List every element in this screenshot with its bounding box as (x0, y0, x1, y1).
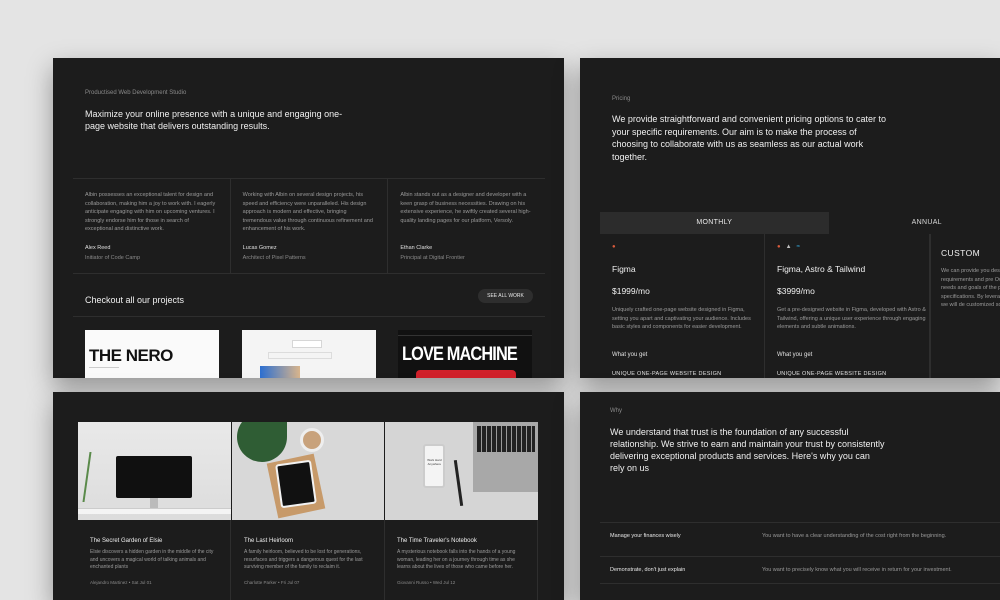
testimonial-name: Alex Reed (85, 245, 111, 251)
plan-what-you-get: What you get (612, 352, 648, 358)
astro-icon: ▲ (785, 244, 792, 250)
post-photos: Work Hard Anywhere (78, 422, 539, 520)
post-title[interactable]: The Secret Garden of Elsie (90, 538, 162, 544)
tailwind-icon: ≈ (796, 244, 800, 250)
pricing-plan-card-custom: CUSTOM We can provide you designed speci… (930, 234, 1000, 378)
project-thumbnail-nero[interactable]: THE NERO (85, 330, 219, 378)
post-excerpt: A mysterious notebook falls into the han… (397, 549, 516, 570)
testimonial-role: Architect of Pixel Patterns (242, 255, 306, 261)
blog-post-card[interactable]: The Last Heirloom A family heirloom, bel… (232, 520, 385, 600)
phone-illustration: Work Hard Anywhere (423, 444, 446, 488)
hero-eyebrow: Productised Web Development Studio (85, 90, 187, 96)
plan-price: $1999/mo (612, 286, 650, 296)
hero-panel: Productised Web Development Studio Maxim… (53, 58, 564, 378)
thumbnail-nav (398, 332, 532, 336)
why-row: Demonstrate, don't just explain You want… (600, 556, 1000, 584)
keyboard-illustration (477, 426, 536, 452)
why-row: Manage your finances wisely You want to … (600, 522, 1000, 550)
project-thumbnail-web[interactable] (242, 330, 376, 378)
desk-illustration (78, 508, 231, 514)
tab-monthly[interactable]: MONTHLY (600, 212, 829, 234)
testimonial-card: Albin stands out as a designer and devel… (388, 179, 545, 273)
testimonial-name: Ethan Clarke (400, 245, 433, 251)
why-row-text: You want to have a clear understanding o… (762, 533, 947, 539)
testimonial-card: Albin possesses an exceptional talent fo… (73, 179, 231, 273)
why-headline: We understand that trust is the foundati… (610, 427, 885, 473)
pricing-eyebrow: Pricing (612, 96, 631, 102)
testimonial-quote: Working with Albin on several design pro… (242, 192, 373, 232)
post-meta: Charlotte Parker • Fri Jul 07 (244, 580, 300, 585)
plan-icons: ● (612, 244, 616, 250)
plan-name: CUSTOM (941, 248, 981, 258)
figma-icon: ● (612, 244, 616, 250)
project-thumbnail-title: LOVE MACHINE (402, 344, 518, 365)
why-eyebrow: Why (610, 408, 622, 414)
post-meta: Alejandro Martinez • Sat Jul 01 (90, 580, 152, 585)
plan-name: Figma, Astro & Tailwind (777, 264, 866, 274)
hero-headline: Maximize your online presence with a uni… (85, 109, 343, 131)
testimonial-card: Working with Albin on several design pro… (231, 179, 389, 273)
monitor-illustration (116, 456, 192, 498)
post-image[interactable] (231, 422, 385, 520)
post-title[interactable]: The Last Heirloom (244, 538, 293, 544)
plan-description: Uniquely crafted one-page website design… (612, 307, 751, 330)
blog-panel: Work Hard Anywhere The Secret Garden of … (53, 392, 564, 600)
project-thumbnail-love-machine[interactable]: LOVE MACHINE (398, 330, 532, 378)
testimonial-role: Initiator of Code Camp (85, 255, 141, 261)
tablet-illustration (274, 459, 317, 509)
post-excerpt: A family heirloom, believed to be lost f… (244, 549, 363, 570)
pricing-plan-card: ● ▲ ≈ Figma, Astro & Tailwind $3999/mo G… (765, 234, 930, 378)
thumbnail-box (268, 352, 332, 359)
figma-icon: ● (777, 244, 781, 250)
plan-price: $3999/mo (777, 286, 815, 296)
post-meta: Giovanni Russo • Wed Jul 12 (397, 580, 456, 585)
plan-description: Get a pre-designed website in Figma, dev… (777, 307, 926, 330)
post-image[interactable] (78, 422, 231, 520)
plan-icons: ● ▲ ≈ (777, 244, 800, 250)
why-row-title: Manage your finances wisely (610, 533, 681, 539)
testimonial-quote: Albin possesses an exceptional talent fo… (85, 192, 216, 232)
see-all-work-button[interactable]: SEE ALL WORK (478, 289, 533, 303)
post-image[interactable]: Work Hard Anywhere (385, 422, 539, 520)
plant-illustration (82, 452, 110, 502)
why-row-title: Demonstrate, don't just explain (610, 567, 686, 573)
cup-illustration (299, 428, 324, 452)
plan-name: Figma (612, 264, 636, 274)
pricing-tabs: MONTHLY ANNUAL (600, 212, 1000, 234)
blog-post-card[interactable]: The Time Traveler's Notebook A mysteriou… (385, 520, 538, 600)
thumbnail-image (416, 370, 516, 378)
testimonial-name: Lucas Gomez (242, 245, 277, 251)
plan-feature: UNIQUE ONE-PAGE WEBSITE DESIGN (612, 371, 722, 377)
phone-note: Work Hard Anywhere (427, 458, 442, 466)
project-thumbnail-title: THE NERO (89, 346, 173, 365)
plan-description: We can provide you designed specifically… (941, 268, 1000, 308)
testimonial-quote: Albin stands out as a designer and devel… (400, 192, 531, 224)
plan-what-you-get: What you get (777, 352, 813, 358)
leaf-illustration (236, 422, 287, 462)
divider (73, 316, 545, 317)
monitor-stand (150, 498, 158, 508)
pricing-panel: Pricing We provide straightforward and c… (580, 58, 1000, 378)
post-excerpt: Elsie discovers a hidden garden in the m… (90, 549, 214, 570)
testimonial-role: Principal at Digital Frontier (400, 255, 465, 261)
post-title[interactable]: The Time Traveler's Notebook (397, 538, 477, 544)
pen-illustration (454, 460, 464, 506)
why-row-text: You want to precisely know what you will… (762, 567, 952, 573)
plan-feature: UNIQUE ONE-PAGE WEBSITE DESIGN (777, 371, 887, 377)
blog-post-card[interactable]: The Secret Garden of Elsie Elsie discove… (78, 520, 231, 600)
pricing-headline: We provide straightforward and convenien… (612, 114, 886, 162)
projects-title: Checkout all our projects (85, 295, 185, 305)
thumbnail-card (292, 340, 322, 348)
pricing-plan-card: ● Figma $1999/mo Uniquely crafted one-pa… (600, 234, 765, 378)
thumbnail-image (260, 366, 300, 378)
testimonials-grid: Albin possesses an exceptional talent fo… (73, 178, 545, 274)
tab-annual[interactable]: ANNUAL (828, 212, 1000, 234)
thumbnail-decoration (89, 367, 119, 377)
why-panel: Why We understand that trust is the foun… (580, 392, 1000, 600)
